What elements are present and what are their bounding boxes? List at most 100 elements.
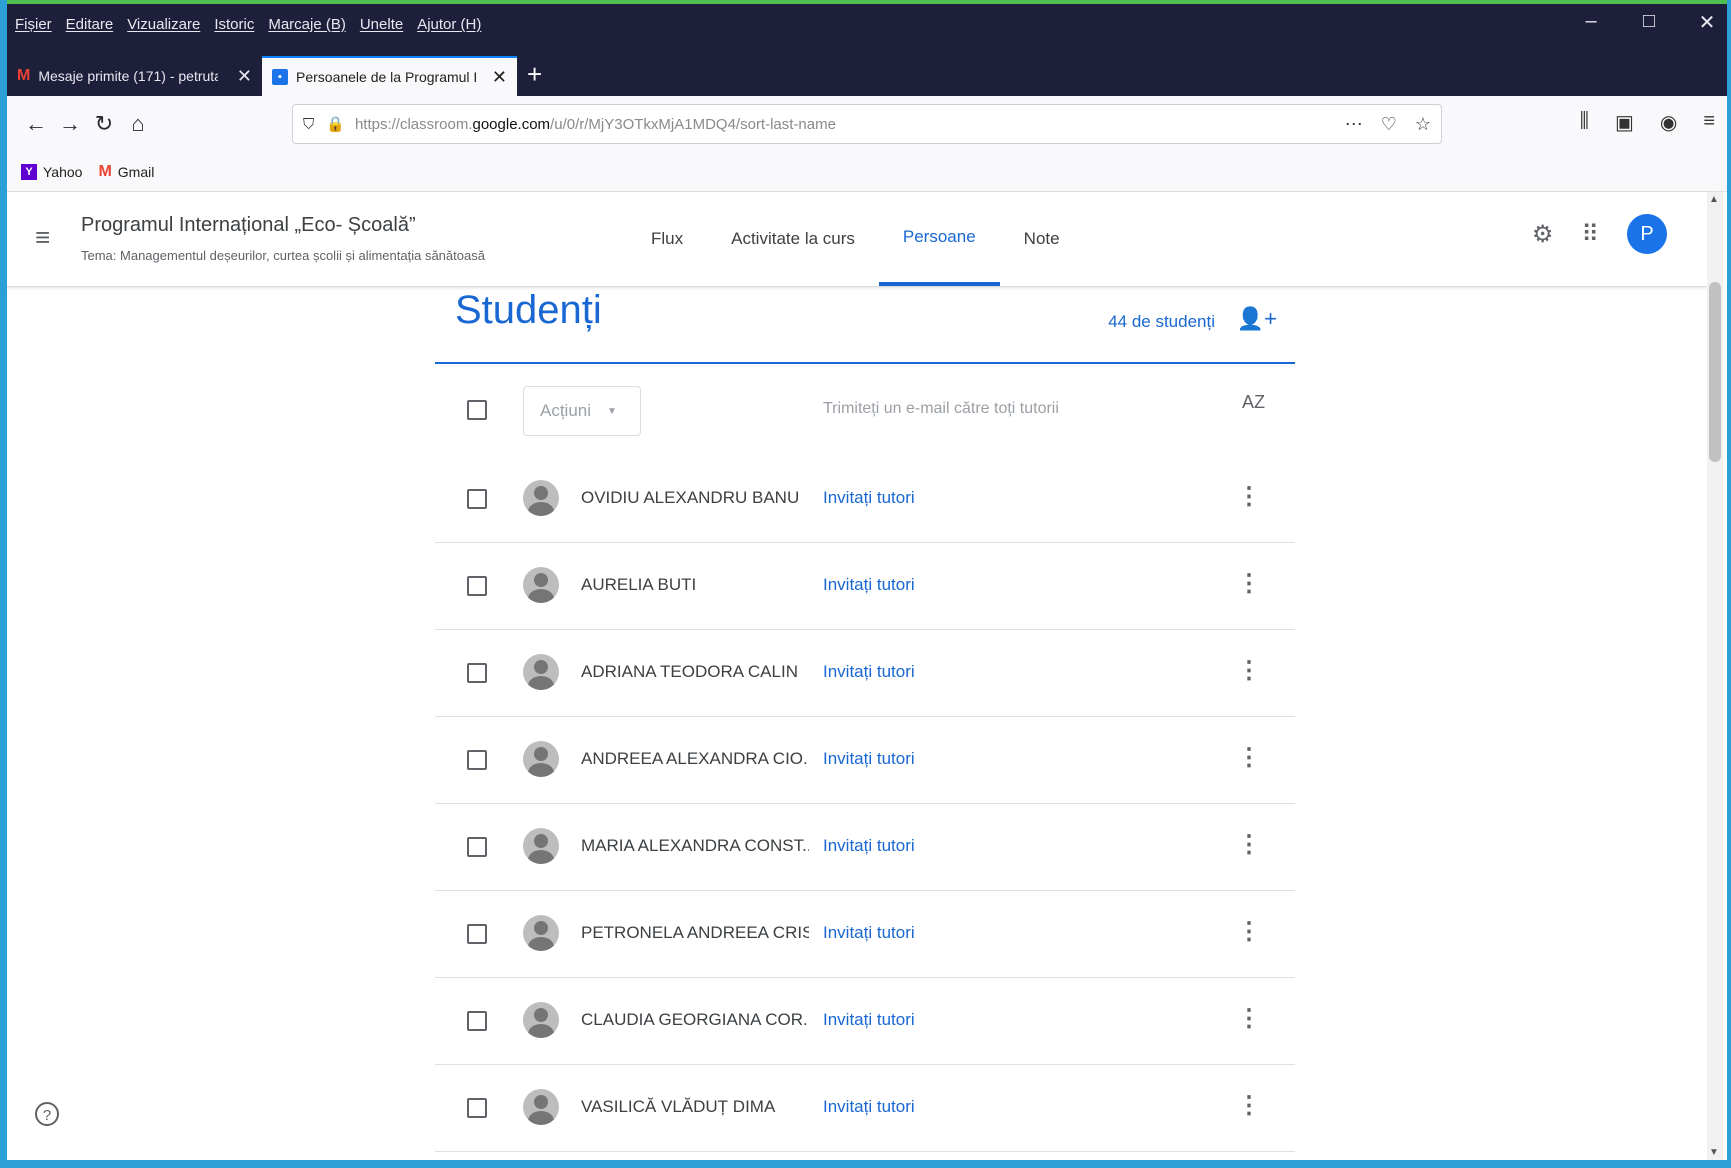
students-count: 44 de studenți [1108, 312, 1215, 331]
close-tab-icon[interactable]: ✕ [492, 67, 507, 88]
more-options-icon[interactable]: ⋮ [1237, 569, 1261, 598]
student-checkbox[interactable] [467, 576, 487, 596]
scrollbar-thumb[interactable] [1709, 282, 1721, 462]
more-options-icon[interactable]: ⋮ [1237, 1091, 1261, 1120]
url-prefix: https://classroom. [354, 115, 473, 133]
student-checkbox[interactable] [467, 489, 487, 509]
student-name: CLAUDIA GEORGIANA COR... [581, 1010, 809, 1029]
menu-help[interactable]: Ajutor (H) [417, 16, 481, 33]
invite-guardians-link[interactable]: Invitați tutori [823, 1097, 915, 1117]
bookmark-gmail[interactable]: M Gmail [98, 163, 154, 181]
menu-bookmarks[interactable]: Marcaje (B) [268, 16, 346, 33]
student-row[interactable]: CLAUDIA GEORGIANA COR... Invitați tutori… [435, 978, 1295, 1065]
settings-gear-icon[interactable]: ⚙ [1532, 220, 1554, 249]
more-options-icon[interactable]: ⋮ [1237, 482, 1261, 511]
reload-icon[interactable]: ↻ [87, 111, 121, 137]
classroom-icon: ▪ [272, 69, 288, 85]
close-window-button[interactable]: ✕ [1695, 10, 1719, 35]
lock-icon[interactable]: 🔒 [326, 115, 345, 133]
student-name: ADRIANA TEODORA CALIN [581, 662, 798, 681]
tab-classwork[interactable]: Activitate la curs [707, 192, 879, 286]
students-section: Studenți 44 de studenți 👤+ Acțiuni ▼ Tri… [435, 286, 1295, 1152]
hamburger-menu-icon[interactable]: ≡ [1703, 110, 1715, 135]
student-checkbox[interactable] [467, 750, 487, 770]
tab-people[interactable]: Persoane [878, 192, 1000, 286]
student-row[interactable]: AURELIA BUTI Invitați tutori ⋮ [435, 543, 1295, 630]
student-row[interactable]: OVIDIU ALEXANDRU BANU Invitați tutori ⋮ [435, 456, 1295, 543]
more-options-icon[interactable]: ⋮ [1237, 1004, 1261, 1033]
back-icon[interactable]: ← [19, 111, 53, 137]
main-menu-icon[interactable]: ≡ [35, 222, 50, 253]
invite-guardians-link[interactable]: Invitați tutori [823, 749, 915, 769]
student-name: PETRONELA ANDREEA CRIS... [581, 923, 809, 942]
email-all-guardians[interactable]: Trimiteți un e-mail către toți tutorii [823, 400, 1059, 418]
browser-window: Fișier Editare Vizualizare Istoric Marca… [7, 0, 1727, 1160]
more-options-icon[interactable]: ⋮ [1237, 917, 1261, 946]
bookmark-label: Yahoo [43, 163, 83, 180]
student-row[interactable]: ADRIANA TEODORA CALIN Invitați tutori ⋮ [435, 630, 1295, 717]
actions-dropdown[interactable]: Acțiuni ▼ [523, 386, 641, 436]
scroll-up-icon[interactable]: ▲ [1709, 194, 1719, 205]
menu-file[interactable]: Fișier [15, 16, 52, 33]
classroom-header: ≡ Programul Internațional „Eco- Școală” … [7, 192, 1707, 287]
tab-grades[interactable]: Note [1000, 192, 1084, 286]
menu-history[interactable]: Istoric [214, 16, 254, 33]
scroll-down-icon[interactable]: ▼ [1709, 1147, 1719, 1158]
select-all-checkbox[interactable] [467, 400, 487, 420]
course-title[interactable]: Programul Internațional „Eco- Școală” [81, 214, 416, 237]
sort-az-icon[interactable]: AZ [1242, 392, 1265, 413]
library-icon[interactable]: ⫼ [1580, 110, 1589, 135]
invite-guardians-link[interactable]: Invitați tutori [823, 1010, 915, 1030]
shield-icon[interactable]: ⛉ [303, 116, 314, 133]
tab-gmail[interactable]: M Mesaje primite (171) - petruta ✕ [7, 56, 262, 96]
new-tab-button[interactable]: + [527, 56, 542, 96]
student-checkbox[interactable] [467, 924, 487, 944]
apps-grid-icon[interactable]: ⠿ [1581, 220, 1599, 249]
home-icon[interactable]: ⌂ [121, 111, 155, 137]
student-checkbox[interactable] [467, 663, 487, 683]
student-row[interactable]: MARIA ALEXANDRA CONST... Invitați tutori… [435, 804, 1295, 891]
tab-classroom[interactable]: ▪ Persoanele de la Programul Int ✕ [262, 56, 517, 96]
account-icon[interactable]: ◉ [1660, 110, 1677, 135]
students-toolbar: Acțiuni ▼ Trimiteți un e-mail către toți… [435, 364, 1295, 456]
invite-guardians-link[interactable]: Invitați tutori [823, 488, 915, 508]
student-row[interactable]: ANDREEA ALEXANDRA CIO... Invitați tutori… [435, 717, 1295, 804]
header-actions: ⚙ ⠿ P [1532, 214, 1667, 254]
menu-edit[interactable]: Editare [66, 16, 114, 33]
student-row[interactable]: VASILICĂ VLĂDUȚ DIMA Invitați tutori ⋮ [435, 1065, 1295, 1152]
close-tab-icon[interactable]: ✕ [237, 66, 252, 87]
scrollbar[interactable]: ▲ ▼ [1707, 192, 1723, 1160]
maximize-button[interactable]: □ [1637, 10, 1661, 35]
bookmarks-bar: Y Yahoo M Gmail [7, 152, 1727, 192]
students-title: Studenți [455, 288, 602, 332]
student-checkbox[interactable] [467, 1098, 487, 1118]
tab-flux[interactable]: Flux [627, 192, 707, 286]
bookmark-yahoo[interactable]: Y Yahoo [21, 163, 83, 180]
invite-guardians-link[interactable]: Invitați tutori [823, 836, 915, 856]
student-checkbox[interactable] [467, 837, 487, 857]
minimize-button[interactable]: – [1579, 10, 1603, 35]
more-options-icon[interactable]: ⋮ [1237, 743, 1261, 772]
page-actions-icon[interactable]: ⋯ [1345, 114, 1363, 135]
bookmark-star-icon[interactable]: ☆ [1415, 114, 1431, 135]
sidebar-icon[interactable]: ▣ [1615, 110, 1634, 135]
address-bar[interactable]: ⛉ 🔒 https://classroom. google.com/u/0/r/M… [292, 104, 1442, 144]
student-checkbox[interactable] [467, 1011, 487, 1031]
invite-guardians-link[interactable]: Invitați tutori [823, 662, 915, 682]
more-options-icon[interactable]: ⋮ [1237, 830, 1261, 859]
menu-tools[interactable]: Unelte [360, 16, 403, 33]
more-options-icon[interactable]: ⋮ [1237, 656, 1261, 685]
user-avatar[interactable]: P [1627, 214, 1667, 254]
menu-bar: Fișier Editare Vizualizare Istoric Marca… [15, 10, 481, 38]
invite-student-icon[interactable]: 👤+ [1237, 306, 1277, 332]
student-row[interactable]: PETRONELA ANDREEA CRIS... Invitați tutor… [435, 891, 1295, 978]
help-icon[interactable]: ? [35, 1102, 59, 1126]
menu-view[interactable]: Vizualizare [127, 16, 200, 33]
invite-guardians-link[interactable]: Invitați tutori [823, 575, 915, 595]
gmail-icon: M [17, 67, 31, 84]
student-avatar-icon [523, 654, 559, 690]
pocket-icon[interactable]: ♡ [1381, 114, 1397, 135]
student-name: ANDREEA ALEXANDRA CIO... [581, 749, 809, 768]
invite-guardians-link[interactable]: Invitați tutori [823, 923, 915, 943]
forward-icon[interactable]: → [53, 111, 87, 137]
